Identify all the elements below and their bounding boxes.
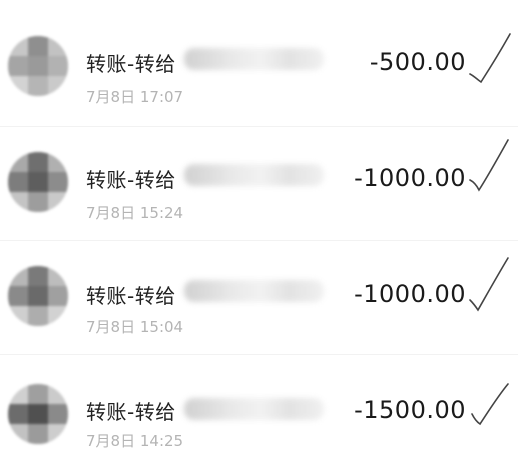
- redacted-recipient: [184, 280, 324, 302]
- transaction-title: 转账-转给: [86, 168, 176, 192]
- transaction-title: 转账-转给: [86, 52, 176, 76]
- avatar: [8, 36, 68, 96]
- transaction-time: 7月8日 17:07: [86, 88, 184, 106]
- transaction-row[interactable]: 转账-转给 7月8日 14:25 -1500.00: [0, 354, 518, 466]
- redacted-recipient: [184, 164, 324, 186]
- check-icon: [469, 33, 511, 84]
- redacted-recipient: [184, 48, 324, 70]
- avatar: [8, 266, 68, 326]
- avatar: [8, 152, 68, 212]
- transaction-title: 转账-转给: [86, 284, 176, 308]
- transaction-amount: -1000.00: [354, 280, 466, 308]
- redacted-recipient: [184, 398, 324, 420]
- transaction-amount: -1000.00: [354, 164, 466, 192]
- check-icon: [469, 257, 509, 312]
- check-icon: [471, 383, 509, 426]
- transaction-title: 转账-转给: [86, 400, 176, 424]
- transaction-time: 7月8日 14:25: [86, 432, 184, 450]
- transaction-amount: -500.00: [369, 48, 466, 76]
- avatar: [8, 384, 68, 444]
- transaction-amount: -1500.00: [354, 396, 466, 424]
- transaction-list: 转账-转给 7月8日 17:07 -500.00 转账-转给 7月8日 15:2…: [0, 0, 518, 463]
- transaction-row[interactable]: 转账-转给 7月8日 17:07 -500.00: [0, 6, 518, 118]
- transaction-time: 7月8日 15:04: [86, 318, 184, 336]
- check-icon: [469, 139, 509, 192]
- transaction-row[interactable]: 转账-转给 7月8日 15:24 -1000.00: [0, 122, 518, 234]
- transaction-row[interactable]: 转账-转给 7月8日 15:04 -1000.00: [0, 236, 518, 348]
- transaction-time: 7月8日 15:24: [86, 204, 184, 222]
